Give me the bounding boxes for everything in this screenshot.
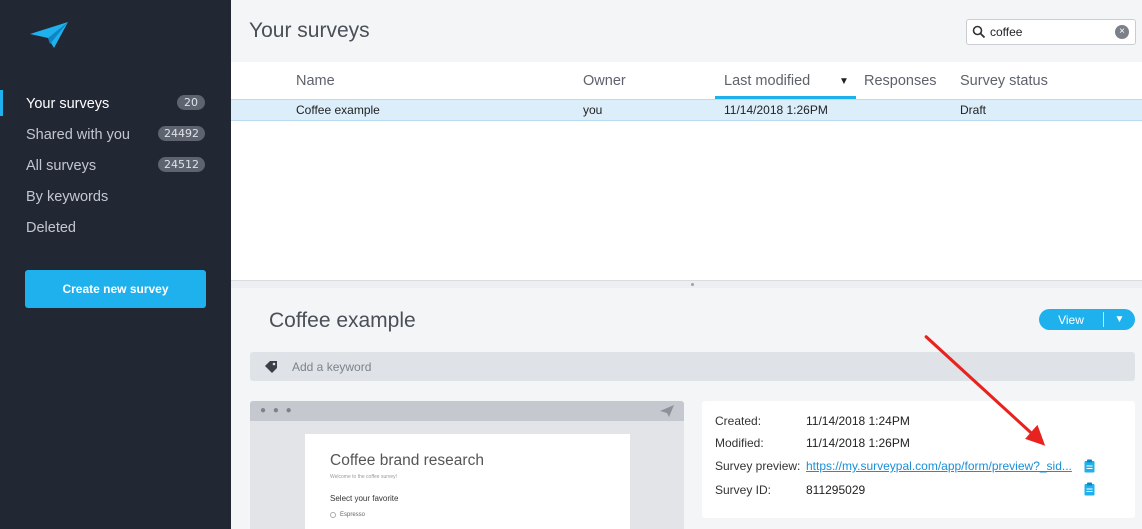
survey-preview-label: Survey preview:	[715, 459, 801, 473]
detail-title: Coffee example	[269, 309, 416, 332]
sidebar-item-your-surveys[interactable]: Your surveys 20	[0, 88, 231, 119]
preview-toolbar: ● ● ●	[250, 401, 684, 421]
cell-last-modified: 11/14/2018 1:26PM	[724, 103, 828, 117]
search-box[interactable]: ×	[966, 19, 1136, 45]
keyword-placeholder: Add a keyword	[292, 359, 372, 374]
sidebar-item-label: By keywords	[26, 188, 109, 205]
view-button[interactable]: View ▼	[1039, 309, 1135, 330]
survey-preview[interactable]: ● ● ● Coffee brand research Welcome to t…	[250, 401, 684, 529]
column-header-last-modified[interactable]: Last modified	[724, 73, 810, 89]
survey-info-card: Created: 11/14/2018 1:24PM Modified: 11/…	[702, 401, 1135, 518]
cell-status: Draft	[960, 103, 987, 117]
create-new-survey-button[interactable]: Create new survey	[25, 270, 206, 308]
count-badge: 24512	[158, 157, 205, 172]
survey-id-label: Survey ID:	[715, 483, 772, 497]
preview-option-label: Espresso	[340, 512, 366, 518]
chevron-down-icon[interactable]: ▼	[839, 76, 849, 87]
view-button-label[interactable]: View	[1039, 313, 1103, 327]
sidebar-item-deleted[interactable]: Deleted	[0, 212, 231, 243]
table-row[interactable]: Coffee example you 11/14/2018 1:26PM Dra…	[231, 99, 1142, 121]
main-panel: Your surveys × Name Owner Last modified …	[231, 0, 1142, 529]
preview-subtitle: Welcome to the coffee survey!	[330, 474, 398, 480]
search-input[interactable]	[990, 25, 1110, 39]
tag-icon	[265, 360, 277, 373]
preview-option: Espresso	[330, 512, 365, 518]
count-badge: 24492	[158, 126, 205, 141]
preview-question: Select your favorite	[330, 494, 399, 503]
window-dots-icon: ● ● ●	[260, 405, 294, 416]
count-badge: 20	[177, 95, 205, 110]
modified-label: Modified:	[715, 436, 764, 450]
search-icon	[972, 25, 986, 39]
sidebar-item-by-keywords[interactable]: By keywords	[0, 181, 231, 212]
sidebar-item-all-surveys[interactable]: All surveys 24512	[0, 150, 231, 181]
clear-icon[interactable]: ×	[1115, 25, 1129, 39]
created-value: 11/14/2018 1:24PM	[806, 414, 910, 428]
column-header-responses[interactable]: Responses	[864, 73, 937, 89]
cell-name: Coffee example	[296, 103, 380, 117]
sidebar-item-shared-with-you[interactable]: Shared with you 24492	[0, 119, 231, 150]
sidebar-nav: Your surveys 20 Shared with you 24492 Al…	[0, 88, 231, 243]
keyword-input[interactable]: Add a keyword	[250, 352, 1135, 381]
chevron-down-icon[interactable]: ▼	[1104, 314, 1135, 325]
clipboard-icon[interactable]	[1084, 459, 1095, 473]
drag-handle-icon	[691, 283, 694, 286]
column-header-owner[interactable]: Owner	[583, 73, 626, 89]
paper-plane-icon	[660, 405, 674, 417]
sidebar-item-label: Deleted	[26, 219, 76, 236]
radio-icon	[330, 512, 336, 518]
preview-title: Coffee brand research	[330, 452, 484, 469]
panel-splitter[interactable]	[231, 280, 1142, 288]
column-header-name[interactable]: Name	[296, 73, 335, 89]
clipboard-icon[interactable]	[1084, 482, 1095, 496]
sidebar-item-label: Shared with you	[26, 126, 130, 143]
preview-card: Coffee brand research Welcome to the cof…	[305, 434, 630, 529]
column-header-survey-status[interactable]: Survey status	[960, 73, 1048, 89]
sidebar-item-label: Your surveys	[26, 95, 110, 112]
created-label: Created:	[715, 414, 762, 428]
sidebar-item-label: All surveys	[26, 157, 97, 174]
sidebar: Your surveys 20 Shared with you 24492 Al…	[0, 0, 231, 529]
paper-plane-icon[interactable]	[28, 20, 70, 50]
survey-id-value: 811295029	[806, 483, 866, 497]
survey-preview-link[interactable]: https://my.surveypal.com/app/form/previe…	[806, 459, 1080, 473]
page-title: Your surveys	[249, 19, 370, 42]
survey-table: Name Owner Last modified ▼ Responses Sur…	[231, 62, 1142, 280]
modified-value: 11/14/2018 1:26PM	[806, 436, 910, 450]
cell-owner: you	[583, 103, 603, 117]
table-header: Name Owner Last modified ▼ Responses Sur…	[231, 62, 1142, 99]
